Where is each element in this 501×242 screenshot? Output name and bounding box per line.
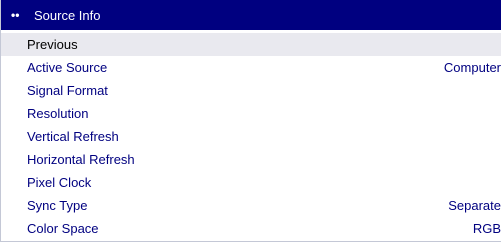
menu-item-label: Horizontal Refresh [27,152,135,167]
menu-title: Source Info [34,7,101,23]
menu-item-value: RGB [472,221,501,236]
menu-item-label: Sync Type [27,198,88,213]
menu-item-horizontal-refresh[interactable]: Horizontal Refresh [1,148,501,171]
menu-item-value: Computer [443,60,501,75]
menu-item-label: Active Source [27,60,108,75]
menu-item-pixel-clock[interactable]: Pixel Clock [1,171,501,194]
source-info-menu: •• Source Info Previous Active Source Co… [0,0,501,242]
menu-item-resolution[interactable]: Resolution [1,102,501,125]
menu-item-active-source[interactable]: Active Source Computer [1,56,501,79]
menu-item-label: Previous [27,37,78,52]
menu-item-label: Pixel Clock [27,175,92,190]
menu-item-label: Color Space [27,221,99,236]
menu-item-label: Resolution [27,106,89,121]
menu-item-label: Vertical Refresh [27,129,119,144]
menu-item-color-space[interactable]: Color Space RGB [1,217,501,240]
menu-item-vertical-refresh[interactable]: Vertical Refresh [1,125,501,148]
menu-item-value: Separate [448,198,501,213]
menu-items-list: Previous Active Source Computer Signal F… [1,33,501,240]
menu-item-sync-type[interactable]: Sync Type Separate [1,194,501,217]
menu-item-signal-format[interactable]: Signal Format [1,79,501,102]
menu-title-bar: •• Source Info [1,0,501,30]
menu-dots-icon: •• [11,8,20,22]
menu-item-label: Signal Format [27,83,108,98]
menu-item-previous[interactable]: Previous [1,33,501,56]
